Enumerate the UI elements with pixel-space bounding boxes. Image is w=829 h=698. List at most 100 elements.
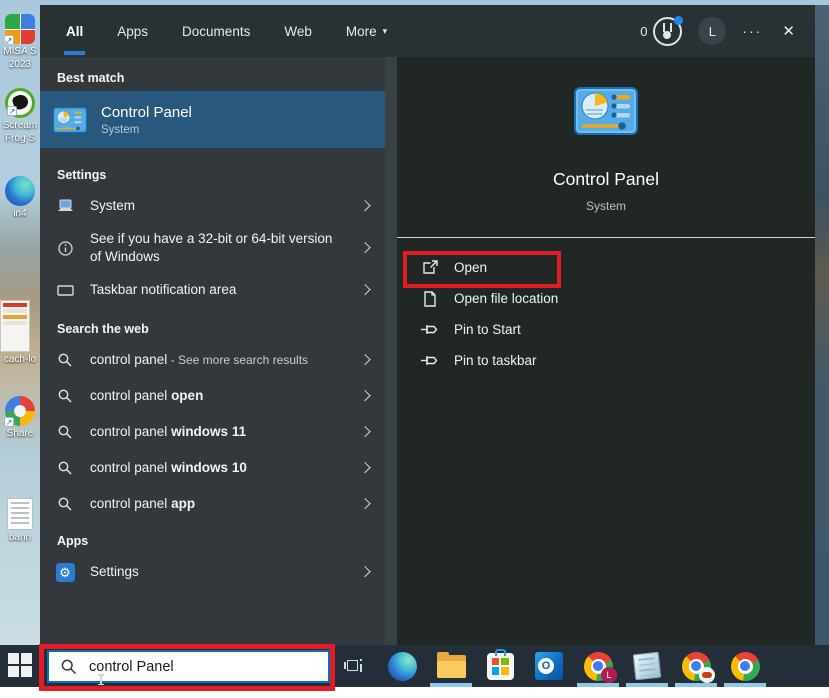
laptop-icon	[53, 199, 77, 213]
wallpaper-right-sliver	[815, 5, 829, 645]
folder-location-icon	[421, 290, 438, 307]
pin-icon	[421, 323, 438, 336]
avatar[interactable]: L	[698, 17, 727, 45]
chrome-icon	[730, 651, 760, 681]
webpage-thumbnail-icon	[0, 300, 30, 352]
chevron-right-icon	[359, 389, 371, 402]
edge-swirl-icon	[5, 176, 35, 206]
desktop-icon-label: in4	[13, 208, 27, 219]
action-open-file-location[interactable]: Open file location	[397, 283, 815, 314]
desktop-icon-in4[interactable]: in4	[0, 176, 40, 219]
screenshot-bottom-margin	[0, 687, 829, 698]
file-explorer-icon	[436, 651, 466, 678]
taskbar-rect-icon	[53, 284, 77, 296]
section-header-search-web: Search the web	[57, 322, 149, 336]
rewards-count: 0	[640, 23, 648, 39]
control-panel-icon	[53, 106, 87, 133]
panel-gutter	[385, 57, 397, 645]
section-header-best-match: Best match	[57, 71, 125, 85]
preview-pane: Control Panel System Open Open file loca…	[397, 57, 815, 645]
desktop-icon-label: MISA S	[3, 46, 37, 57]
web-suggestion-see-more[interactable]: control panel - See more search results	[40, 342, 385, 378]
desktop-icon-cach-lo[interactable]: cach-lo	[0, 300, 40, 365]
desktop-icon-label: bann	[8, 532, 32, 543]
action-pin-to-taskbar[interactable]: Pin to taskbar	[397, 345, 815, 376]
shortcut-arrow-icon: ↗	[7, 106, 17, 116]
web-suggestion-open[interactable]: control panel open	[40, 378, 385, 414]
web-suggestion-windows-11[interactable]: control panel windows 11	[40, 414, 385, 450]
web-suggestion-app[interactable]: control panel app	[40, 486, 385, 522]
shortcut-arrow-icon: ↗	[4, 417, 14, 427]
taskbar-notepad-button[interactable]	[626, 645, 668, 687]
preview-subtitle: System	[585, 199, 626, 213]
rewards-medal-icon	[653, 15, 684, 46]
chevron-right-icon	[359, 461, 371, 474]
web-suggestion-windows-10[interactable]: control panel windows 10	[40, 450, 385, 486]
chevron-right-icon	[359, 199, 371, 212]
outlook-icon: O	[535, 652, 563, 680]
desktop-icon-label: 2023	[8, 59, 32, 70]
context-actions: Open Open file location Pin to Start Pin…	[397, 252, 815, 376]
more-options-icon[interactable]: ···	[742, 23, 762, 39]
tab-apps[interactable]: Apps	[113, 5, 152, 57]
profile-badge	[699, 667, 715, 683]
taskbar-outlook-button[interactable]: O	[534, 645, 564, 687]
search-icon	[53, 425, 77, 439]
desktop-icon-share[interactable]: ↗ Share	[0, 396, 40, 439]
tab-documents[interactable]: Documents	[178, 5, 254, 57]
rewards-indicator[interactable]: 0	[640, 15, 684, 46]
desktop-icon-bann[interactable]: bann	[0, 498, 40, 543]
misa-app-icon: ↗	[5, 14, 35, 44]
desktop-icon-screaming-frog[interactable]: ↗ Scream Frog S	[0, 88, 40, 144]
info-icon	[53, 240, 77, 256]
settings-result-32-64-bit[interactable]: See if you have a 32-bit or 64-bit versi…	[40, 224, 385, 272]
action-pin-to-start[interactable]: Pin to Start	[397, 314, 815, 345]
task-view-icon	[344, 658, 362, 674]
section-header-apps: Apps	[57, 534, 89, 548]
best-match-subtitle: System	[101, 123, 140, 136]
taskbar-search-input[interactable]: control Panel	[47, 650, 330, 683]
tab-web[interactable]: Web	[280, 5, 316, 57]
preview-title: Control Panel	[552, 169, 660, 189]
taskbar-task-view-button[interactable]	[338, 645, 368, 687]
search-icon	[61, 659, 77, 675]
desktop-icon-label: cach-lo	[3, 354, 37, 365]
taskbar-chrome-button[interactable]	[724, 645, 766, 687]
search-input-value: control Panel	[89, 658, 174, 675]
chevron-down-icon: ▾	[382, 25, 388, 36]
action-open[interactable]: Open	[397, 252, 815, 283]
search-icon	[53, 461, 77, 475]
color-ring-icon: ↗	[4, 396, 35, 427]
chevron-right-icon	[359, 283, 371, 296]
search-icon	[53, 497, 77, 511]
taskbar-chrome-profile-2-button[interactable]	[675, 645, 717, 687]
control-panel-icon-large	[574, 87, 638, 135]
chevron-right-icon	[359, 425, 371, 438]
notepad-icon	[632, 651, 662, 681]
desktop-icon-label: Share	[6, 428, 34, 439]
close-icon[interactable]: ✕	[778, 22, 799, 40]
desktop-icon-misa[interactable]: ↗ MISA S 2023	[0, 14, 40, 70]
tab-more[interactable]: More ▾	[342, 5, 391, 57]
taskbar-chrome-profile-l-button[interactable]: L	[577, 645, 619, 687]
pin-icon	[421, 354, 438, 367]
start-button[interactable]	[8, 653, 32, 677]
taskbar-edge-button[interactable]	[387, 645, 417, 687]
search-tabbar: All Apps Documents Web More ▾ 0 L ··· ✕	[40, 5, 815, 57]
gear-icon: ⚙	[53, 562, 77, 582]
search-results-list: Best match Control Panel System Settings…	[40, 57, 385, 645]
section-header-settings: Settings	[57, 168, 107, 182]
search-icon	[53, 353, 77, 367]
best-match-row-control-panel[interactable]: Control Panel System	[40, 91, 385, 148]
settings-result-taskbar-notification[interactable]: Taskbar notification area	[40, 272, 385, 308]
edge-icon	[387, 651, 417, 681]
settings-result-system[interactable]: System	[40, 188, 385, 224]
taskbar-file-explorer-button[interactable]	[430, 645, 472, 687]
text-document-icon	[7, 498, 33, 530]
app-result-settings[interactable]: ⚙ Settings	[40, 554, 385, 590]
microsoft-store-icon	[486, 648, 514, 680]
chevron-right-icon	[359, 353, 371, 366]
text-cursor-pointer	[98, 674, 103, 685]
tab-all[interactable]: All	[62, 5, 87, 57]
taskbar-store-button[interactable]	[485, 645, 515, 687]
